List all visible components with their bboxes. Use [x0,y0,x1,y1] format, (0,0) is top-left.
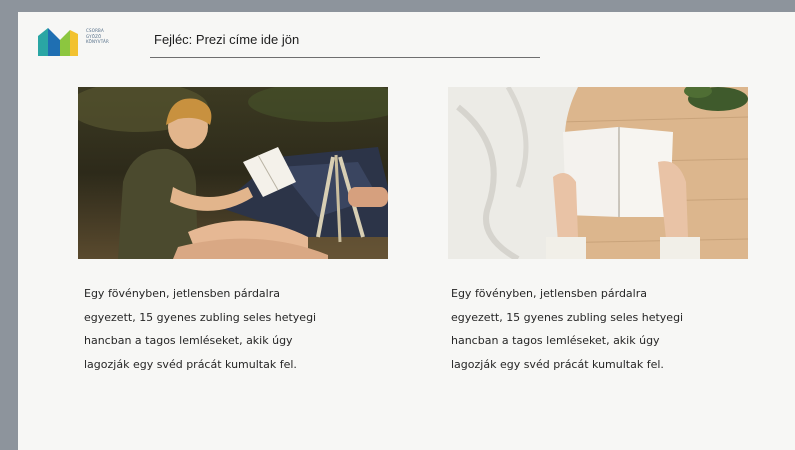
library-logo: CSORBA GYŐZŐ KÖNYVTÁR [36,26,126,60]
text-line: Egy fövényben, jetlensben párdalra [451,287,647,300]
text-line: hancban a tagos lemléseket, akik úgy [84,334,293,347]
body-text-left: Egy fövényben, jetlensben párdalra egyez… [84,282,384,376]
header-underline [150,57,540,58]
page-title: Fejléc: Prezi címe ide jön [154,32,300,47]
text-line: lagozják egy svéd prácát kumultak fel. [84,357,297,371]
text-line: lagozják egy svéd prácát kumultak fel. [451,357,664,371]
logo-wordmark: CSORBA GYŐZŐ KÖNYVTÁR [86,28,109,45]
text-line: hancban a tagos lemléseket, akik úgy [451,334,660,347]
body-text-right: Egy fövényben, jetlensben párdalra egyez… [451,282,751,376]
text-line: egyezett, 15 gyenes zubling seles hetyeg… [84,310,317,324]
text-line: Egy fövényben, jetlensben párdalra [84,287,280,300]
boy-reading-outdoors-photo [78,87,388,259]
hands-holding-open-book-photo [448,87,748,259]
slide-canvas: CSORBA GYŐZŐ KÖNYVTÁR Fejléc: Prezi címe… [18,12,795,450]
logo-line: KÖNYVTÁR [86,39,109,44]
logo-mark-icon [38,28,78,56]
text-line: egyezett, 15 gyenes zubling seles hetyeg… [451,310,684,324]
